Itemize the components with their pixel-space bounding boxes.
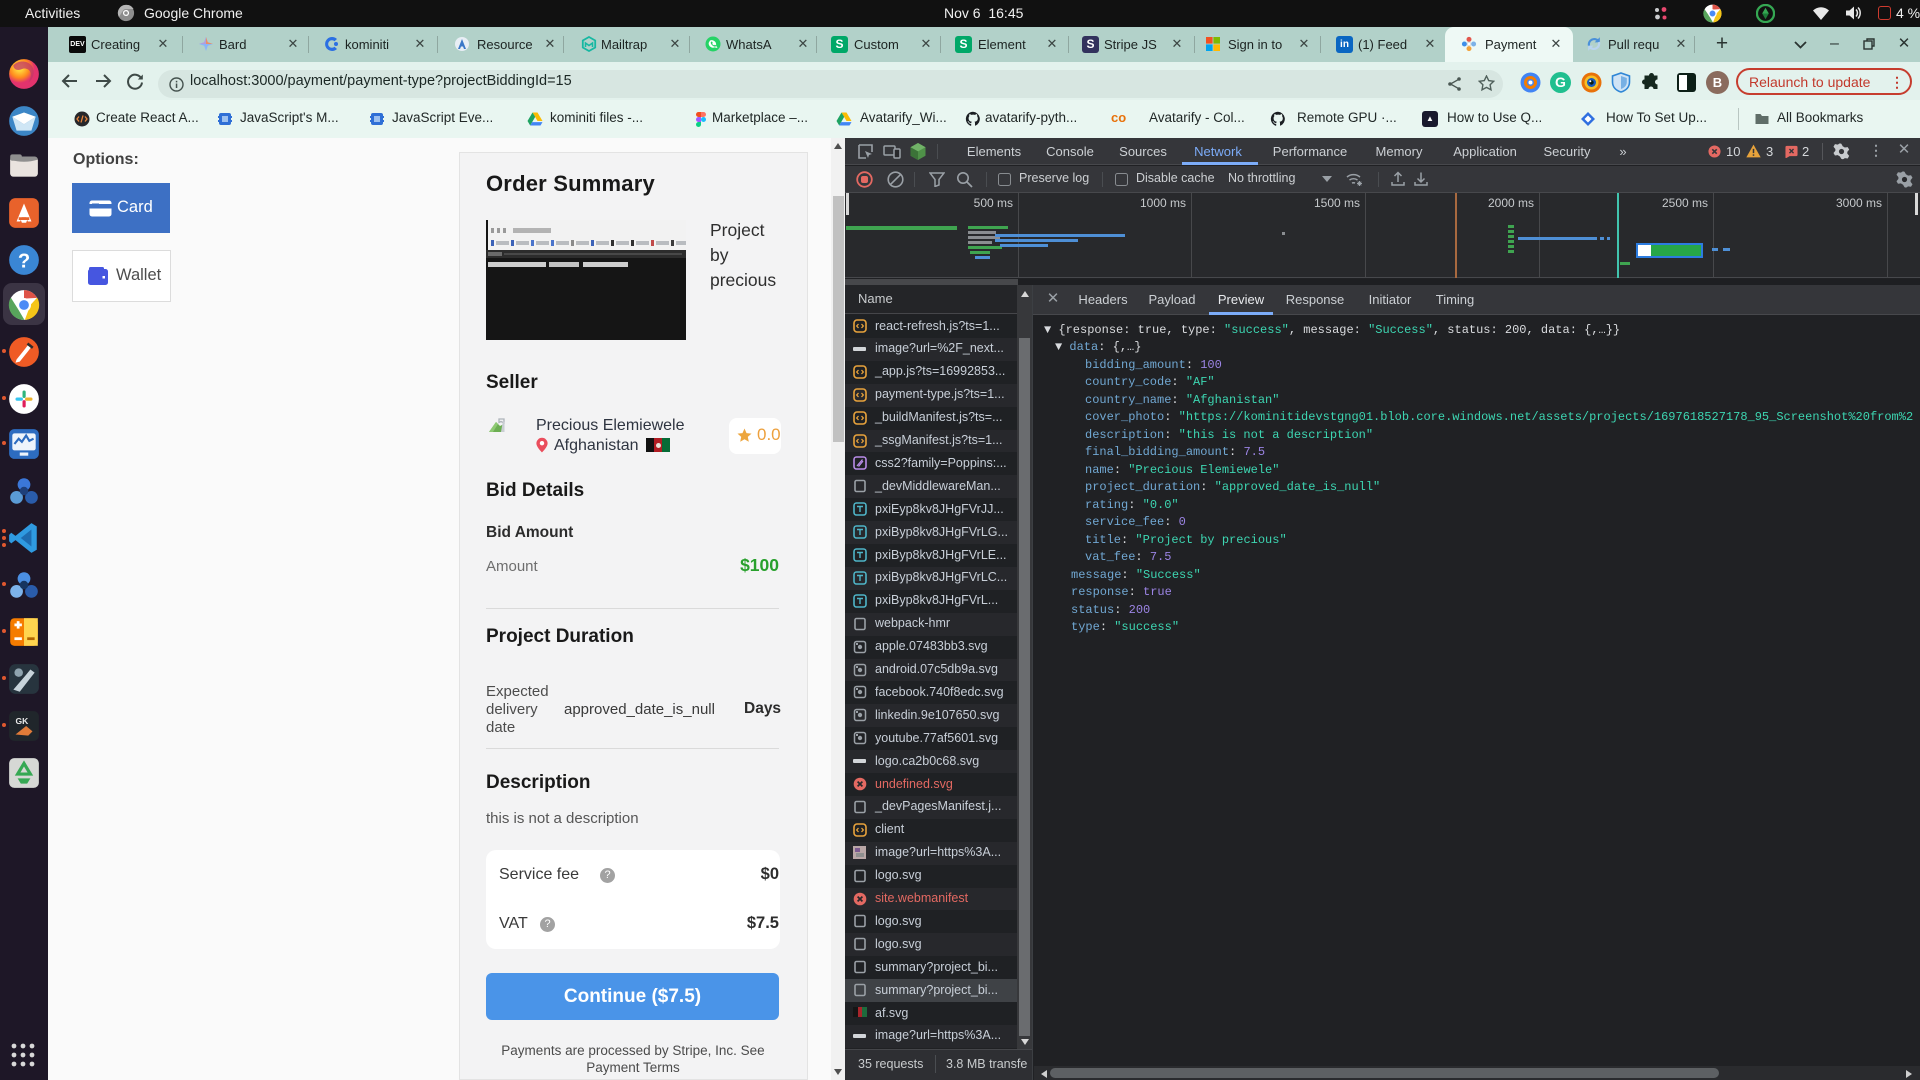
svg-text:GK: GK (16, 716, 30, 726)
svg-text:?: ? (18, 250, 30, 272)
